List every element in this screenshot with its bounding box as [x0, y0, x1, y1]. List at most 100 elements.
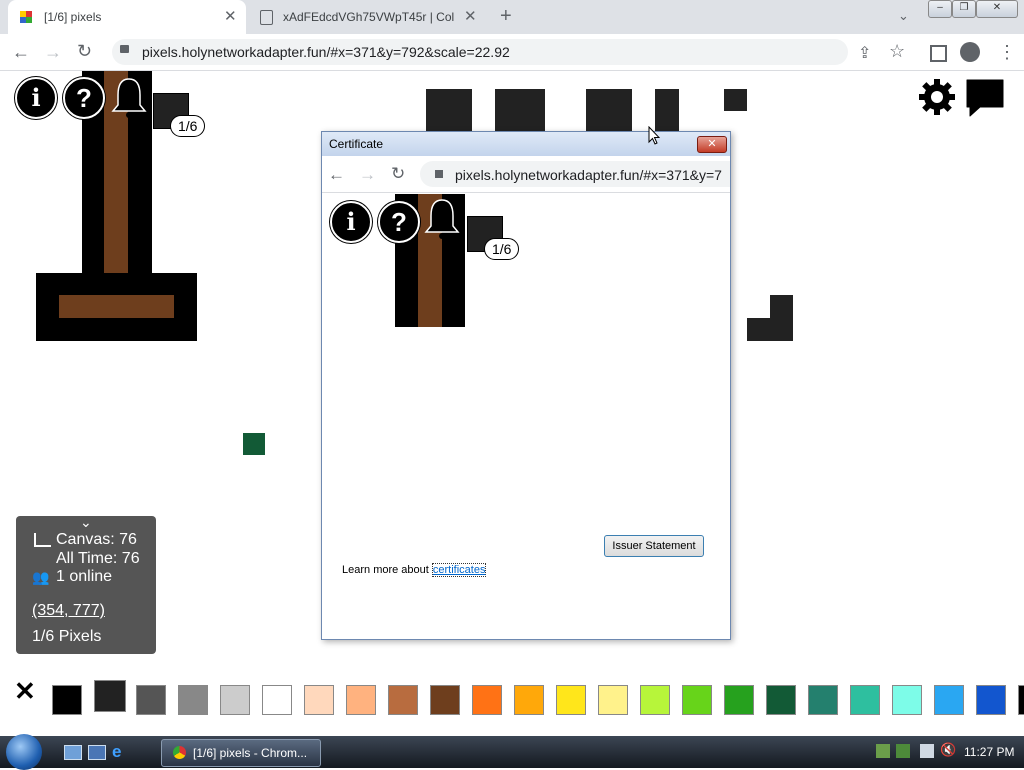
palette-swatch[interactable] [892, 685, 922, 715]
menu-dots-icon[interactable]: ⋮ [998, 42, 1016, 63]
task-label: [1/6] pixels - Chrom... [193, 746, 308, 760]
tray-volume-muted-icon[interactable]: 🔇 [940, 742, 956, 758]
palette-swatch[interactable] [52, 685, 82, 715]
chat-bubble-icon[interactable] [964, 77, 1006, 119]
palette-swatch[interactable] [430, 685, 460, 715]
reload-icon[interactable]: ↻ [77, 41, 92, 62]
dialog-forward-icon[interactable]: → [359, 165, 376, 185]
canvas-pixel [724, 89, 747, 111]
stats-panel: ⌄ Canvas: 76 All Time: 76 👥 1 online (35… [16, 514, 156, 654]
canvas-pixel [495, 89, 545, 131]
palette-swatch[interactable] [724, 685, 754, 715]
clipboard-favicon-icon [260, 10, 273, 25]
canvas-pixel [243, 433, 265, 455]
collapse-chevron-icon[interactable]: ⌄ [80, 514, 92, 531]
taskbar-chrome-task[interactable]: [1/6] pixels - Chrom... [161, 739, 321, 767]
palette-swatch[interactable] [682, 685, 712, 715]
taskbar-clock[interactable]: 11:27 PM [964, 745, 1014, 759]
palette-swatch[interactable] [388, 685, 418, 715]
url-text[interactable]: pixels.holynetworkadapter.fun/#x=371&y=7… [142, 44, 510, 60]
palette-close-button[interactable]: ✕ [14, 676, 36, 707]
palette-swatch[interactable] [220, 685, 250, 715]
palette-swatch[interactable] [808, 685, 838, 715]
online-count: 1 online [56, 568, 113, 585]
tab-pixels[interactable]: [1/6] pixels ✕ [8, 0, 246, 34]
dialog-titlebar[interactable]: Certificate ✕ [322, 132, 730, 156]
chrome-icon [173, 746, 186, 759]
canvas-count: Canvas: 76 [56, 531, 137, 548]
certificates-link[interactable]: certificates [431, 563, 487, 577]
dialog-close-button[interactable]: ✕ [697, 136, 727, 153]
dialog-reload-icon[interactable]: ↻ [391, 164, 405, 184]
palette-swatch[interactable] [304, 685, 334, 715]
tab-strip: [1/6] pixels ✕ xAdFEdcdVGh75VWpT45r | Co… [0, 0, 1024, 34]
tray-network-icon[interactable] [876, 744, 890, 758]
share-icon[interactable]: ⇪ [858, 43, 871, 63]
tab-colla[interactable]: xAdFEdcdVGh75VWpT45r | Colla ✕ [248, 0, 486, 34]
start-button[interactable] [6, 734, 42, 770]
new-tab-button[interactable]: + [500, 5, 512, 28]
palette-swatch[interactable] [640, 685, 670, 715]
show-desktop-icon[interactable] [64, 745, 82, 760]
palette-swatch-selected[interactable] [94, 680, 126, 712]
palette-swatch[interactable] [976, 685, 1006, 715]
palette-swatch[interactable] [514, 685, 544, 715]
minimize-button[interactable]: – [928, 0, 952, 18]
forward-icon[interactable]: → [44, 42, 62, 63]
tab-title: [1/6] pixels [44, 10, 102, 24]
pixels-favicon-icon [20, 11, 32, 23]
canvas-pixel [59, 295, 174, 318]
tab-search-chevron-icon[interactable]: ⌄ [898, 8, 909, 24]
tray-app-icon[interactable] [896, 744, 910, 758]
internet-explorer-icon[interactable]: e [112, 742, 128, 761]
dialog-bell-icon[interactable] [423, 196, 461, 240]
lock-icon[interactable] [120, 45, 129, 53]
mouse-cursor-icon [648, 125, 661, 151]
canvas-pixel [586, 89, 632, 131]
chart-icon [34, 533, 51, 547]
palette-swatch[interactable] [598, 685, 628, 715]
palette-swatch[interactable] [934, 685, 964, 715]
dialog-pixel-counter: 1/6 [484, 238, 520, 260]
bookmark-star-icon[interactable]: ☆ [889, 41, 905, 62]
issuer-statement-button[interactable]: Issuer Statement [604, 535, 704, 557]
learn-more-text: Learn more about certificates [342, 563, 487, 577]
dialog-back-icon[interactable]: ← [328, 165, 345, 185]
coordinates-link[interactable]: (354, 777) [32, 602, 105, 620]
tab-title: xAdFEdcdVGh75VWpT45r | Colla [283, 10, 455, 24]
back-icon[interactable]: ← [12, 42, 30, 63]
dialog-url-text[interactable]: pixels.holynetworkadapter.fun/#x=371&y=7 [455, 167, 729, 183]
palette-swatch[interactable] [178, 685, 208, 715]
help-button[interactable]: ? [63, 77, 105, 119]
palette-swatch[interactable] [850, 685, 880, 715]
notifications-bell-icon[interactable] [110, 75, 148, 119]
settings-gear-icon[interactable] [917, 77, 957, 117]
palette-swatch[interactable] [262, 685, 292, 715]
profile-avatar[interactable] [960, 42, 980, 62]
restore-button[interactable]: ❐ [952, 0, 976, 18]
tab-close-icon[interactable]: ✕ [224, 7, 237, 25]
palette-swatch[interactable] [556, 685, 586, 715]
info-button[interactable]: i [15, 77, 57, 119]
canvas-pixel [426, 89, 472, 131]
canvas-pixel [655, 89, 679, 131]
switch-windows-icon[interactable] [88, 745, 106, 760]
learn-more-prefix: Learn more about [342, 564, 432, 576]
users-icon: 👥 [32, 569, 50, 585]
certificate-dialog: Certificate ✕ ← → ↻ pixels.holynetworkad… [321, 131, 731, 640]
side-panel-icon[interactable] [930, 45, 947, 62]
dialog-info-button[interactable]: i [330, 201, 372, 243]
all-time-count: All Time: 76 [56, 550, 140, 567]
palette-swatch[interactable] [346, 685, 376, 715]
palette-swatch[interactable] [1018, 685, 1024, 715]
palette-swatch[interactable] [766, 685, 796, 715]
dialog-divider [322, 192, 730, 193]
tab-close-icon[interactable]: ✕ [464, 7, 477, 25]
window-close-button[interactable]: ✕ [976, 0, 1018, 18]
dialog-title: Certificate [329, 137, 384, 151]
dialog-help-button[interactable]: ? [378, 201, 420, 243]
palette-swatch[interactable] [472, 685, 502, 715]
pixels-remaining: 1/6 Pixels [32, 628, 102, 645]
tray-monitor-icon[interactable] [920, 744, 934, 758]
palette-swatch[interactable] [136, 685, 166, 715]
